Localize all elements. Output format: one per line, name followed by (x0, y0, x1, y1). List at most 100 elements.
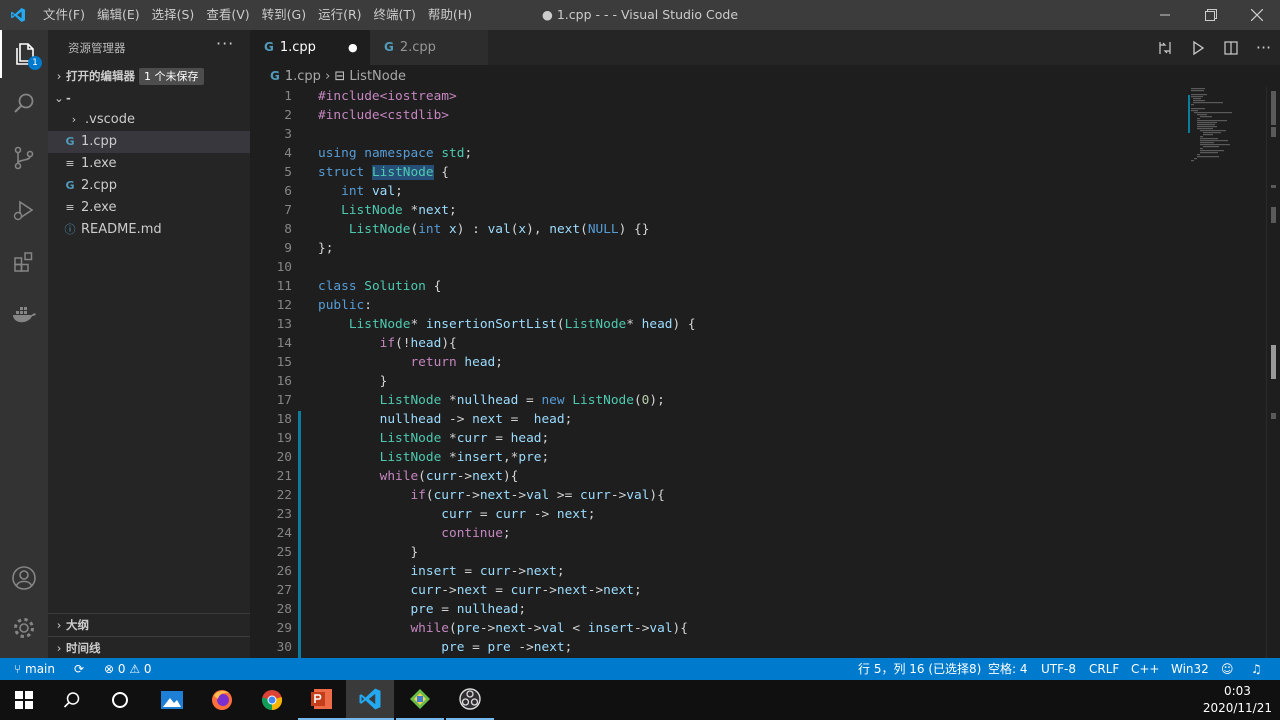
code-line[interactable]: 20 ListNode *insert,*pre; (250, 448, 1280, 467)
timeline-section[interactable]: › 时间线 (48, 636, 250, 658)
code-line[interactable]: 10 (250, 258, 1280, 277)
menu-file[interactable]: 文件(F) (37, 0, 91, 30)
menu-edit[interactable]: 编辑(E) (91, 0, 146, 30)
problems-indicator[interactable]: ⊗ 0 ⚠ 0 (104, 658, 152, 680)
tree-item-1exe[interactable]: ≡ 1.exe (48, 153, 250, 175)
code-text: while(pre->next->val < insert->val){ (410, 621, 688, 636)
run-button[interactable] (1181, 30, 1214, 65)
system-clock[interactable]: 0:03 2020/11/21 (1203, 683, 1272, 717)
tab-1cpp[interactable]: G 1.cpp ● (250, 30, 370, 65)
search-button[interactable] (0, 80, 48, 128)
menu-selection[interactable]: 选择(S) (146, 0, 201, 30)
tree-item-readme[interactable]: ⓘ README.md (48, 219, 250, 241)
warning-icon: ⚠ (129, 662, 144, 676)
breadcrumb-file[interactable]: 1.cpp (285, 69, 321, 84)
minimize-button[interactable] (1142, 0, 1188, 30)
tree-item-2exe[interactable]: ≡ 2.exe (48, 197, 250, 219)
unsaved-dot-icon[interactable]: ● (348, 30, 358, 65)
more-actions-button[interactable]: ··· (1247, 30, 1280, 65)
cortana-button[interactable] (96, 680, 144, 720)
taskbar-app-vscode[interactable] (346, 680, 394, 720)
tree-item-2cpp[interactable]: G 2.cpp (48, 175, 250, 197)
code-line[interactable]: 8 ListNode(int x) : val(x), next(NULL) {… (250, 220, 1280, 239)
code-line[interactable]: 23 curr = curr -> next; (250, 505, 1280, 524)
vertical-scrollbar[interactable] (1266, 87, 1280, 658)
language-mode[interactable]: C++ (1131, 658, 1160, 680)
code-line[interactable]: 13 ListNode* insertionSortList(ListNode*… (250, 315, 1280, 334)
menu-help[interactable]: 帮助(H) (422, 0, 478, 30)
breadcrumb-symbol[interactable]: ListNode (349, 69, 406, 84)
code-line[interactable]: 1 #include<iostream> (250, 87, 1280, 106)
explorer-button[interactable]: 1 (0, 30, 48, 78)
chevron-right-icon: › (56, 69, 62, 83)
sync-button[interactable]: ⟳ (74, 658, 84, 680)
code-line[interactable]: 4 using namespace std; (250, 144, 1280, 163)
taskbar-app-editor[interactable] (396, 680, 444, 720)
manage-button[interactable] (0, 604, 48, 652)
platform[interactable]: Win32 (1171, 658, 1209, 680)
code-line[interactable]: 25 } (250, 543, 1280, 562)
code-line[interactable]: 15 return head; (250, 353, 1280, 372)
open-editors-section[interactable]: › 打开的编辑器 1 个未保存 (48, 65, 250, 87)
split-editor-button[interactable] (1214, 30, 1247, 65)
more-actions-icon[interactable]: ··· (216, 34, 234, 53)
docker-button[interactable] (0, 290, 48, 338)
code-line[interactable]: 5 struct ListNode { (250, 163, 1280, 182)
menu-view[interactable]: 查看(V) (200, 0, 255, 30)
taskbar-app-chrome[interactable] (248, 680, 296, 720)
code-line[interactable]: 16 } (250, 372, 1280, 391)
accounts-button[interactable] (0, 554, 48, 602)
minimap[interactable] (1188, 87, 1260, 197)
notifications-button[interactable]: ♫ (1251, 658, 1262, 680)
source-control-button[interactable] (0, 134, 48, 182)
menu-terminal[interactable]: 终端(T) (368, 0, 422, 30)
menu-run[interactable]: 运行(R) (312, 0, 367, 30)
code-editor[interactable]: 1 #include<iostream> 2 #include<cstdlib> 3 4 u… (250, 87, 1280, 658)
workspace-folder[interactable]: ⌄ - (48, 87, 250, 109)
tree-item-vscode[interactable]: › .vscode (48, 109, 250, 131)
run-debug-button[interactable] (0, 186, 48, 234)
code-line[interactable]: 26 insert = curr->next; (250, 562, 1280, 581)
code-line[interactable]: 3 (250, 125, 1280, 144)
code-line[interactable]: 27 curr->next = curr->next->next; (250, 581, 1280, 600)
code-line[interactable]: 22 if(curr->next->val >= curr->val){ (250, 486, 1280, 505)
code-line[interactable]: 12 public: (250, 296, 1280, 315)
start-button[interactable] (0, 680, 48, 720)
branch-indicator[interactable]: ⑂ main (14, 658, 55, 680)
cursor-position[interactable]: 行 5，列 16 (已选择8) (858, 658, 981, 680)
code-line[interactable]: 2 #include<cstdlib> (250, 106, 1280, 125)
encoding[interactable]: UTF-8 (1041, 658, 1076, 680)
code-line[interactable]: 28 pre = nullhead; (250, 600, 1280, 619)
cpp-file-icon: G (65, 179, 75, 192)
code-line[interactable]: 9}; (250, 239, 1280, 258)
code-line[interactable]: 7 ListNode *next; (250, 201, 1280, 220)
outline-section[interactable]: › 大纲 (48, 614, 250, 636)
code-line[interactable]: 19 ListNode *curr = head; (250, 429, 1280, 448)
line-number: 19 (276, 431, 292, 446)
indentation[interactable]: 空格: 4 (988, 658, 1028, 680)
close-window-button[interactable] (1234, 0, 1280, 30)
extensions-button[interactable] (0, 238, 48, 286)
code-line[interactable]: 29 while(pre->next->val < insert->val){ (250, 619, 1280, 638)
feedback-button[interactable]: ☺ (1221, 658, 1234, 680)
code-line[interactable]: 11 class Solution { (250, 277, 1280, 296)
taskbar-app-photos[interactable] (148, 680, 196, 720)
code-line[interactable]: 17 ListNode *nullhead = new ListNode(0); (250, 391, 1280, 410)
taskbar-app-powerpoint[interactable] (298, 680, 346, 720)
code-line[interactable]: 21 while(curr->next){ (250, 467, 1280, 486)
taskbar-search-button[interactable] (48, 680, 96, 720)
taskbar-app-obs[interactable] (446, 680, 494, 720)
code-line[interactable]: 14 if(!head){ (250, 334, 1280, 353)
menu-go[interactable]: 转到(G) (256, 0, 312, 30)
tree-item-1cpp[interactable]: G 1.cpp (48, 131, 250, 153)
compare-changes-button[interactable] (1148, 30, 1181, 65)
tab-2cpp[interactable]: G 2.cpp (370, 30, 488, 65)
code-text: nullhead -> next = head; (379, 412, 573, 427)
restore-button[interactable] (1188, 0, 1234, 30)
code-line[interactable]: 30 pre = pre ->next; (250, 638, 1280, 657)
code-line[interactable]: 6 int val; (250, 182, 1280, 201)
code-line[interactable]: 18 nullhead -> next = head; (250, 410, 1280, 429)
code-line[interactable]: 24 continue; (250, 524, 1280, 543)
taskbar-app-firefox[interactable] (198, 680, 246, 720)
end-of-line[interactable]: CRLF (1089, 658, 1119, 680)
